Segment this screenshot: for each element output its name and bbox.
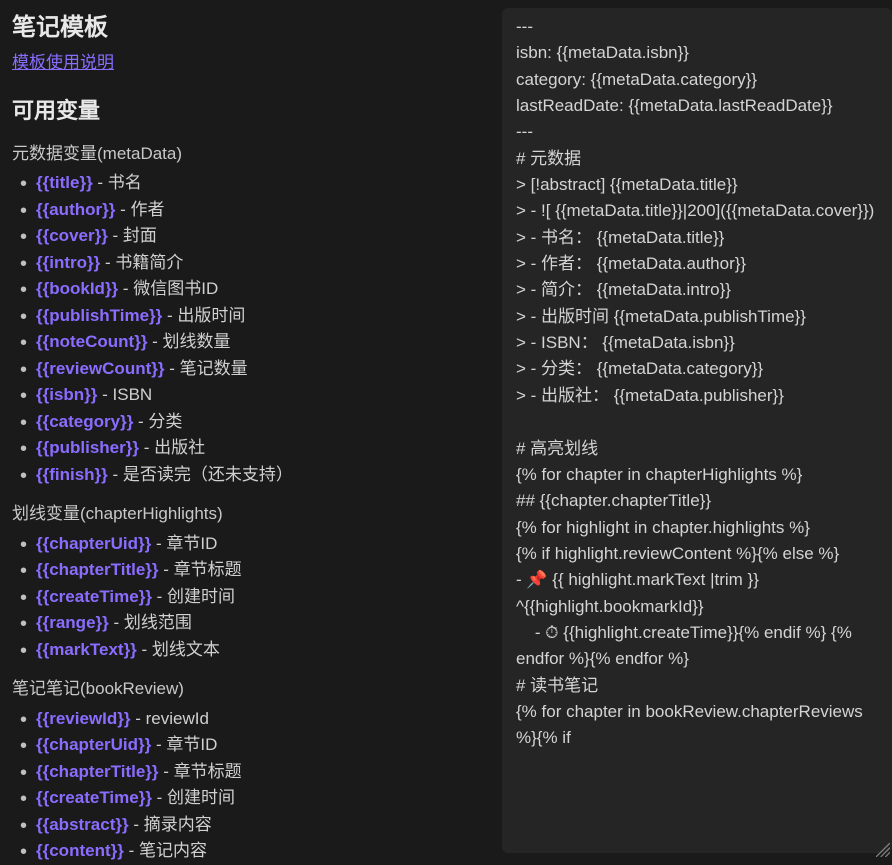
variable-desc: - 笔记内容 xyxy=(124,841,207,860)
variable-desc: - 创建时间 xyxy=(152,587,235,606)
variable-token: {{publishTime}} xyxy=(36,306,162,325)
variable-item: {{intro}} - 书籍简介 xyxy=(36,250,490,276)
template-content[interactable]: --- isbn: {{metaData.isbn}} category: {{… xyxy=(516,14,878,752)
variable-item: {{range}} - 划线范围 xyxy=(36,610,490,636)
left-panel: 笔记模板 模板使用说明 可用变量 元数据变量(metaData) {{title… xyxy=(0,0,502,861)
variable-item: {{chapterUid}} - 章节ID xyxy=(36,732,490,758)
variable-item: {{cover}} - 封面 xyxy=(36,223,490,249)
right-panel: --- isbn: {{metaData.isbn}} category: {{… xyxy=(502,0,892,861)
highlights-list: {{chapterUid}} - 章节ID{{chapterTitle}} - … xyxy=(12,531,490,663)
variable-token: {{range}} xyxy=(36,613,109,632)
variable-item: {{publishTime}} - 出版时间 xyxy=(36,303,490,329)
variable-token: {{author}} xyxy=(36,200,115,219)
variable-item: {{content}} - 笔记内容 xyxy=(36,838,490,861)
help-link[interactable]: 模板使用说明 xyxy=(12,53,114,72)
variable-token: {{chapterTitle}} xyxy=(36,560,159,579)
variable-item: {{chapterTitle}} - 章节标题 xyxy=(36,557,490,583)
variable-token: {{chapterUid}} xyxy=(36,735,151,754)
variable-item: {{reviewCount}} - 笔记数量 xyxy=(36,356,490,382)
variable-item: {{category}} - 分类 xyxy=(36,409,490,435)
variable-desc: - 摘录内容 xyxy=(129,815,212,834)
variable-desc: - 章节ID xyxy=(151,735,217,754)
variable-item: {{isbn}} - ISBN xyxy=(36,382,490,408)
variable-token: {{isbn}} xyxy=(36,385,97,404)
variable-desc: - 书名 xyxy=(93,173,142,192)
variable-desc: - 出版时间 xyxy=(162,306,245,325)
variable-token: {{title}} xyxy=(36,173,93,192)
variable-item: {{createTime}} - 创建时间 xyxy=(36,785,490,811)
variable-item: {{author}} - 作者 xyxy=(36,197,490,223)
section-label-highlights: 划线变量(chapterHighlights) xyxy=(12,501,490,527)
variable-token: {{publisher}} xyxy=(36,438,139,457)
variable-desc: - 封面 xyxy=(108,226,157,245)
variable-desc: - 章节标题 xyxy=(159,560,242,579)
variable-desc: - 划线范围 xyxy=(109,613,192,632)
page-title: 笔记模板 xyxy=(12,10,490,46)
variable-token: {{abstract}} xyxy=(36,815,129,834)
variable-desc: - 分类 xyxy=(133,412,182,431)
variable-desc: - 出版社 xyxy=(139,438,205,457)
variable-item: {{noteCount}} - 划线数量 xyxy=(36,329,490,355)
variable-desc: - 微信图书ID xyxy=(118,279,218,298)
variable-token: {{createTime}} xyxy=(36,788,152,807)
variable-token: {{noteCount}} xyxy=(36,332,147,351)
variable-desc: - 划线文本 xyxy=(137,640,220,659)
variable-desc: - 书籍简介 xyxy=(100,253,183,272)
metadata-list: {{title}} - 书名{{author}} - 作者{{cover}} -… xyxy=(12,170,490,487)
variable-item: {{markText}} - 划线文本 xyxy=(36,637,490,663)
variable-token: {{reviewCount}} xyxy=(36,359,164,378)
section-label-bookreview: 笔记笔记(bookReview) xyxy=(12,676,490,702)
variable-desc: - 笔记数量 xyxy=(164,359,247,378)
variable-desc: - 划线数量 xyxy=(147,332,230,351)
section-label-metadata: 元数据变量(metaData) xyxy=(12,141,490,167)
variable-item: {{reviewId}} - reviewId xyxy=(36,706,490,732)
resize-handle-icon[interactable] xyxy=(876,839,890,853)
vars-title: 可用变量 xyxy=(12,94,490,127)
variable-desc: - 是否读完（还未支持） xyxy=(108,465,293,484)
variable-token: {{finish}} xyxy=(36,465,108,484)
variable-item: {{abstract}} - 摘录内容 xyxy=(36,812,490,838)
variable-desc: - 章节标题 xyxy=(159,762,242,781)
variable-token: {{chapterTitle}} xyxy=(36,762,159,781)
variable-item: {{finish}} - 是否读完（还未支持） xyxy=(36,462,490,488)
variable-token: {{category}} xyxy=(36,412,133,431)
variable-desc: - reviewId xyxy=(131,709,209,728)
variable-desc: - 作者 xyxy=(115,200,164,219)
variable-desc: - 章节ID xyxy=(151,534,217,553)
variable-item: {{publisher}} - 出版社 xyxy=(36,435,490,461)
variable-token: {{content}} xyxy=(36,841,124,860)
variable-token: {{chapterUid}} xyxy=(36,534,151,553)
variable-desc: - ISBN xyxy=(97,385,152,404)
variable-item: {{chapterTitle}} - 章节标题 xyxy=(36,759,490,785)
variable-token: {{cover}} xyxy=(36,226,108,245)
variable-item: {{title}} - 书名 xyxy=(36,170,490,196)
variable-token: {{createTime}} xyxy=(36,587,152,606)
variable-item: {{chapterUid}} - 章节ID xyxy=(36,531,490,557)
variable-item: {{bookId}} - 微信图书ID xyxy=(36,276,490,302)
variable-token: {{intro}} xyxy=(36,253,100,272)
bookreview-list: {{reviewId}} - reviewId{{chapterUid}} - … xyxy=(12,706,490,862)
variable-token: {{markText}} xyxy=(36,640,137,659)
variable-desc: - 创建时间 xyxy=(152,788,235,807)
variable-token: {{bookId}} xyxy=(36,279,118,298)
variable-token: {{reviewId}} xyxy=(36,709,131,728)
variable-item: {{createTime}} - 创建时间 xyxy=(36,584,490,610)
template-editor[interactable]: --- isbn: {{metaData.isbn}} category: {{… xyxy=(502,8,892,853)
